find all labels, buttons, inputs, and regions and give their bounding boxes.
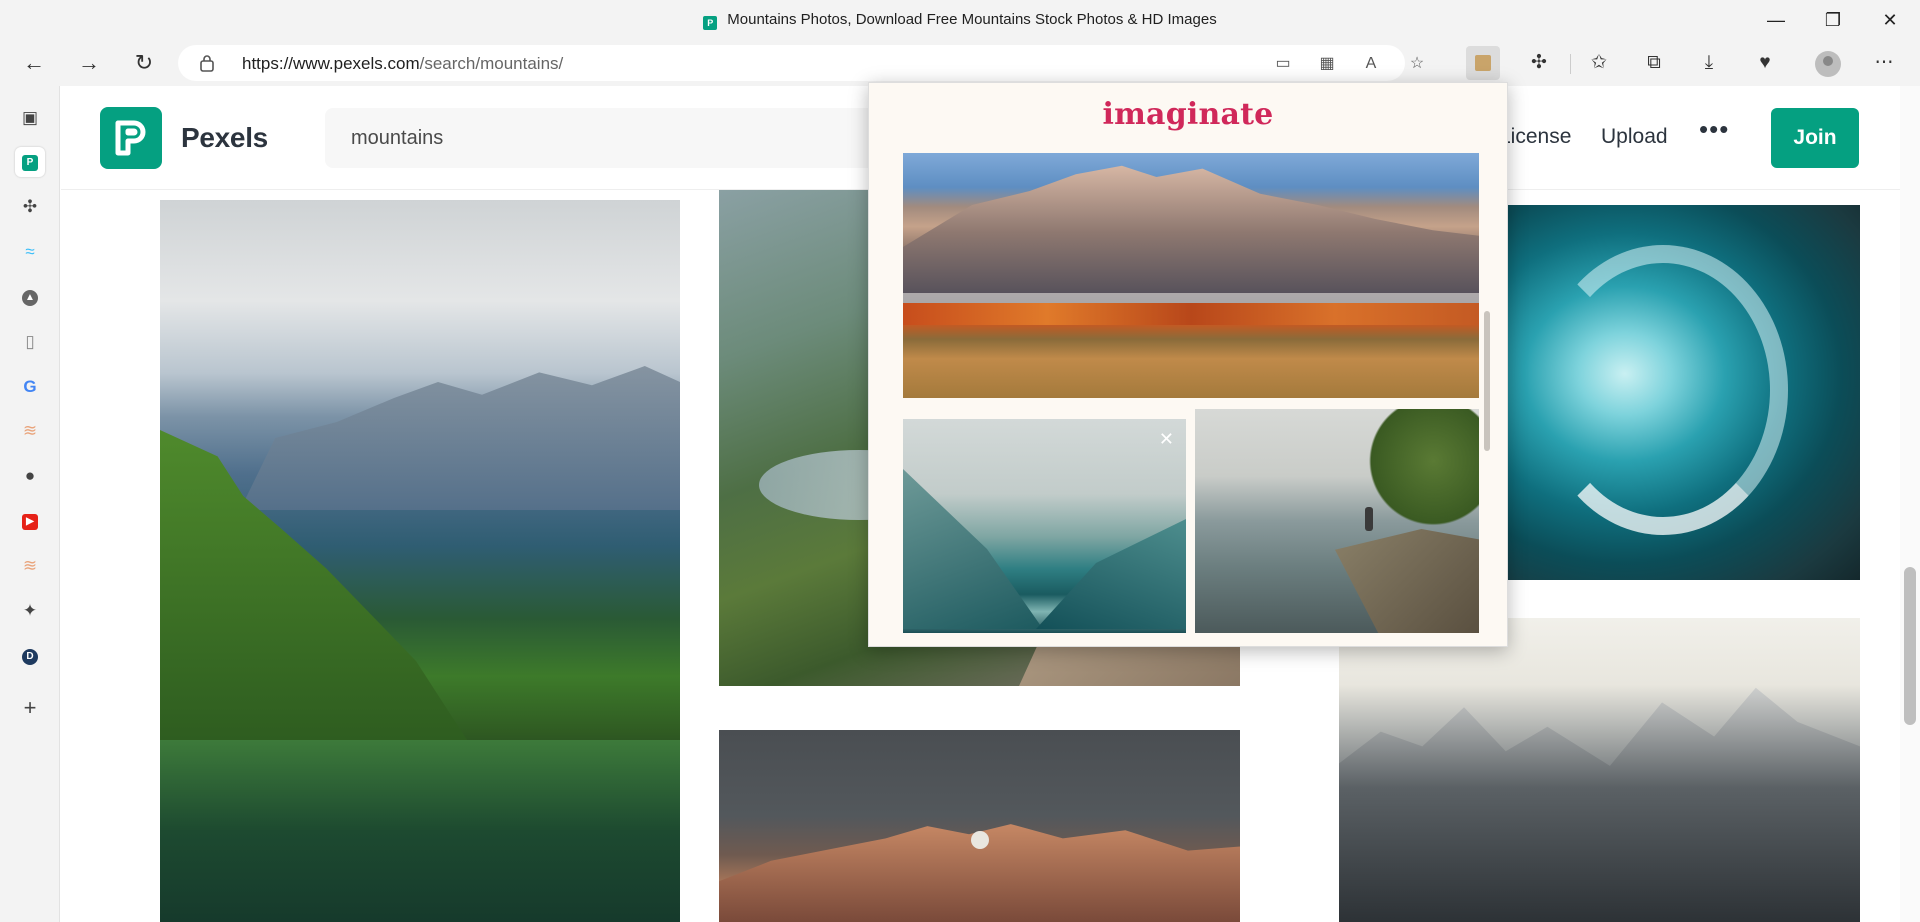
collections-icon[interactable]: ⧉	[1637, 46, 1671, 80]
google-icon[interactable]: G	[15, 372, 45, 402]
popup-title: imaginate	[1102, 97, 1274, 132]
popup-photo-teton[interactable]	[903, 153, 1479, 398]
browser-toolbar: ← → ↻ https://www.pexels.com/search/moun…	[0, 40, 1920, 86]
read-aloud-icon[interactable]: A	[1358, 51, 1384, 77]
photo-detail	[1335, 529, 1479, 633]
app-available-icon[interactable]: ▭	[1270, 51, 1296, 77]
favorites-icon[interactable]: ✩	[1582, 46, 1616, 80]
refresh-icon[interactable]: ↻	[127, 46, 161, 80]
brand-name[interactable]: Pexels	[181, 122, 268, 154]
photo-forest-lake[interactable]	[160, 200, 680, 922]
window-title: P Mountains Photos, Download Free Mountai…	[0, 11, 1920, 30]
photo-night-mountain[interactable]	[719, 730, 1240, 922]
pexels-favicon-icon: P	[703, 16, 718, 30]
app-icon-2[interactable]: ≋	[15, 551, 45, 581]
photo-detail	[240, 366, 680, 510]
popup-photo-misty-lake[interactable]: ✕	[903, 419, 1186, 633]
photo-wave[interactable]	[1498, 205, 1860, 580]
title-bar: P Mountains Photos, Download Free Mountai…	[0, 0, 1920, 40]
photo-detail	[971, 831, 989, 849]
close-icon[interactable]: ✕	[1159, 429, 1174, 450]
search-query[interactable]: mountains	[351, 127, 443, 150]
extensions-icon[interactable]: ✣	[1522, 46, 1556, 80]
gitkraken-icon[interactable]: ▲	[15, 282, 45, 312]
photo-detail	[1339, 687, 1860, 922]
add-favorite-icon[interactable]: ☆	[1404, 51, 1430, 77]
photo-detail	[160, 740, 680, 922]
toolbar-separator	[1570, 54, 1571, 74]
page-scrollbar[interactable]	[1900, 86, 1920, 922]
search-input[interactable]: mountains	[325, 108, 945, 168]
youtube-icon[interactable]: ▶	[15, 506, 45, 536]
photo-detail	[903, 469, 1043, 629]
downloads-icon[interactable]: ⤓	[1692, 46, 1726, 80]
photo-detail	[1365, 409, 1479, 539]
nav-more-button[interactable]: •••	[1699, 114, 1729, 145]
health-icon[interactable]: ♥	[1748, 46, 1782, 80]
join-button[interactable]: Join	[1771, 108, 1859, 168]
more-icon[interactable]: ⋯	[1867, 46, 1901, 80]
lock-icon[interactable]	[200, 54, 214, 72]
tabs-icon[interactable]: ▣	[15, 103, 45, 133]
pexels-logo-icon[interactable]	[100, 107, 162, 169]
sparkle-icon[interactable]: ✦	[15, 596, 45, 626]
imaginate-extension-popup: imaginate ✕	[868, 82, 1508, 647]
app-icon[interactable]: ≋	[15, 416, 45, 446]
nav-upload[interactable]: Upload	[1601, 125, 1668, 149]
d-icon[interactable]: D	[15, 641, 45, 671]
popup-photo-cliff[interactable]	[1195, 409, 1479, 633]
photo-detail	[1365, 507, 1373, 531]
photo-detail	[1036, 519, 1186, 629]
forward-icon[interactable]: →	[72, 46, 106, 80]
profile-icon[interactable]	[1815, 51, 1841, 77]
nav-license[interactable]: License	[1499, 125, 1571, 149]
address-bar[interactable]: https://www.pexels.com/search/mountains/…	[178, 45, 1424, 81]
document-icon[interactable]: ▯	[15, 327, 45, 357]
extension-icon[interactable]: ✣	[15, 192, 45, 222]
photo-detail	[1538, 245, 1788, 535]
url-text[interactable]: https://www.pexels.com/search/mountains/	[242, 54, 563, 74]
pexels-icon[interactable]: P	[15, 147, 45, 177]
add-icon[interactable]: +	[15, 693, 45, 723]
photo-detail	[903, 165, 1479, 303]
popup-scrollbar[interactable]	[1484, 151, 1490, 639]
page-scrollbar-thumb[interactable]	[1904, 567, 1916, 725]
qr-icon[interactable]: ▦	[1314, 51, 1340, 77]
back-icon[interactable]: ←	[17, 46, 51, 80]
browser-sidebar: ▣ P ✣ ≈ ▲ ▯ G ≋ ● ▶ ≋ ✦ D +	[0, 86, 60, 922]
tailwind-icon[interactable]: ≈	[15, 237, 45, 267]
photo-snowy-peaks[interactable]	[1339, 618, 1860, 922]
github-icon[interactable]: ●	[15, 461, 45, 491]
close-window-button[interactable]: ✕	[1867, 0, 1913, 40]
extension-imaginate-icon[interactable]	[1466, 46, 1500, 80]
photo-detail	[903, 303, 1479, 325]
popup-scrollbar-thumb[interactable]	[1484, 311, 1490, 451]
restore-button[interactable]: ❐	[1810, 0, 1856, 40]
minimize-button[interactable]: —	[1753, 0, 1799, 40]
